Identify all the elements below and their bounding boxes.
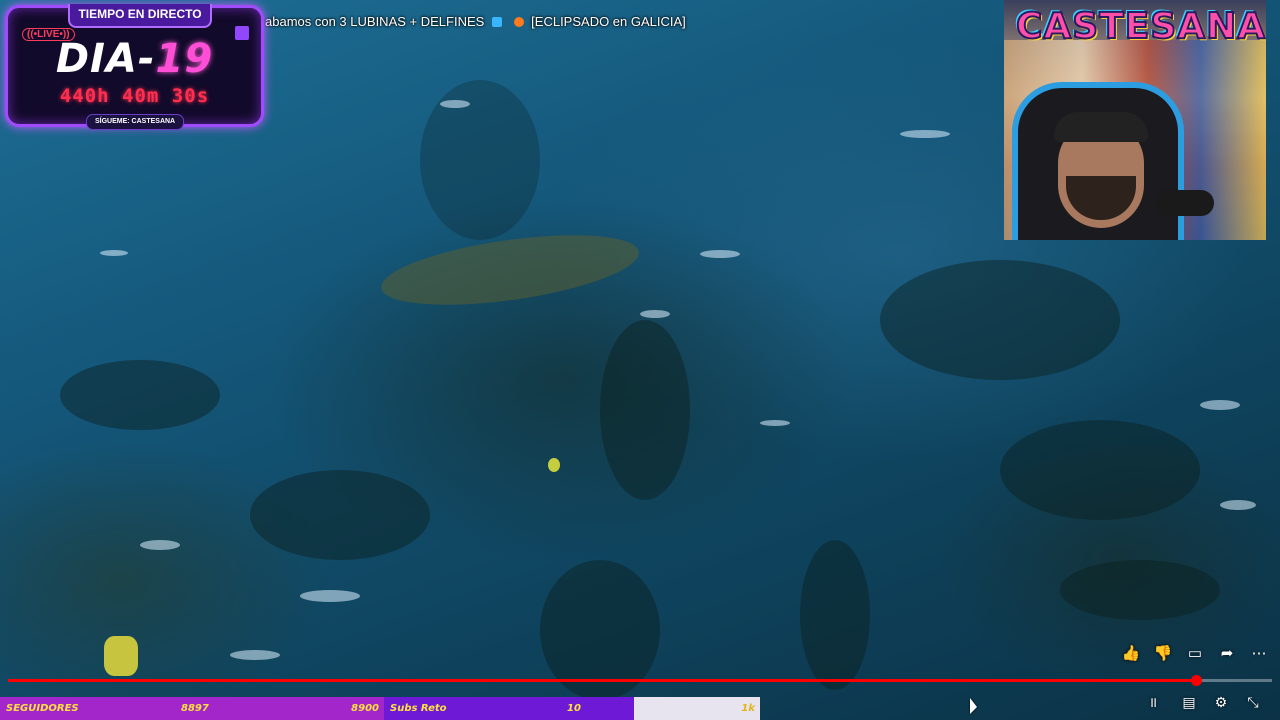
exit-fullscreen-icon[interactable]: ⤡ xyxy=(1242,691,1264,713)
streamer-headphones xyxy=(1054,112,1148,142)
subs-label: Subs Reto xyxy=(390,703,447,714)
goals-ticker: SEGUIDORES 8897 8900 Subs Reto 10 1k xyxy=(0,697,760,720)
subs-goal-bar: Subs Reto 10 xyxy=(384,697,634,720)
share-icon[interactable]: ➦ xyxy=(1214,642,1240,666)
followers-goal: 8900 xyxy=(351,703,379,714)
webcam-overlay: CASTESANA xyxy=(1004,0,1266,240)
subs-goal-remaining: 1k xyxy=(634,697,760,720)
day-number: 19 xyxy=(155,36,214,82)
stream-title-text: abamos con 3 LUBINAS + DELFINES xyxy=(265,14,485,29)
mouse-cursor xyxy=(970,698,977,714)
microphone-icon xyxy=(1154,190,1214,216)
settings-icon[interactable]: ⚙ xyxy=(1210,691,1232,713)
stream-title-tag: [ECLIPSADO en GALICIA] xyxy=(531,14,686,29)
follow-label: SÍGUEME: CASTESANA xyxy=(86,114,185,130)
live-timer-overlay: TIEMPO EN DIRECTO ((•LIVE•)) DIA-19 440h… xyxy=(5,4,264,130)
brand-logo: CASTESANA xyxy=(1015,5,1266,48)
followers-count: 8897 xyxy=(181,703,209,714)
progress-fill xyxy=(8,679,1197,682)
dolphin-icon xyxy=(491,17,502,27)
followers-label: SEGUIDORES xyxy=(6,703,79,714)
subs-count: 10 xyxy=(567,703,581,714)
dislike-icon[interactable]: 👎 xyxy=(1150,642,1176,666)
comment-icon[interactable]: ▭ xyxy=(1182,642,1208,666)
more-icon[interactable]: ⋯ xyxy=(1246,642,1272,666)
video-actions: 👍 👎 ▭ ➦ ⋯ xyxy=(1118,642,1272,666)
pause-icon[interactable]: ॥ xyxy=(1142,691,1164,713)
day-counter: DIA-19 xyxy=(8,36,261,82)
like-icon[interactable]: 👍 xyxy=(1118,642,1144,666)
subs-goal: 1k xyxy=(741,703,755,714)
fire-icon xyxy=(513,17,524,27)
stream-title: abamos con 3 LUBINAS + DELFINES [ECLIPSA… xyxy=(265,14,686,29)
progress-bar[interactable] xyxy=(8,675,1272,686)
subtitles-icon[interactable]: ▤ xyxy=(1178,691,1200,713)
live-timer: 440h 40m 30s xyxy=(59,85,210,107)
followers-goal-bar: SEGUIDORES 8897 8900 xyxy=(0,697,384,720)
overlay-header: TIEMPO EN DIRECTO xyxy=(68,4,212,28)
day-prefix: DIA- xyxy=(55,36,156,82)
